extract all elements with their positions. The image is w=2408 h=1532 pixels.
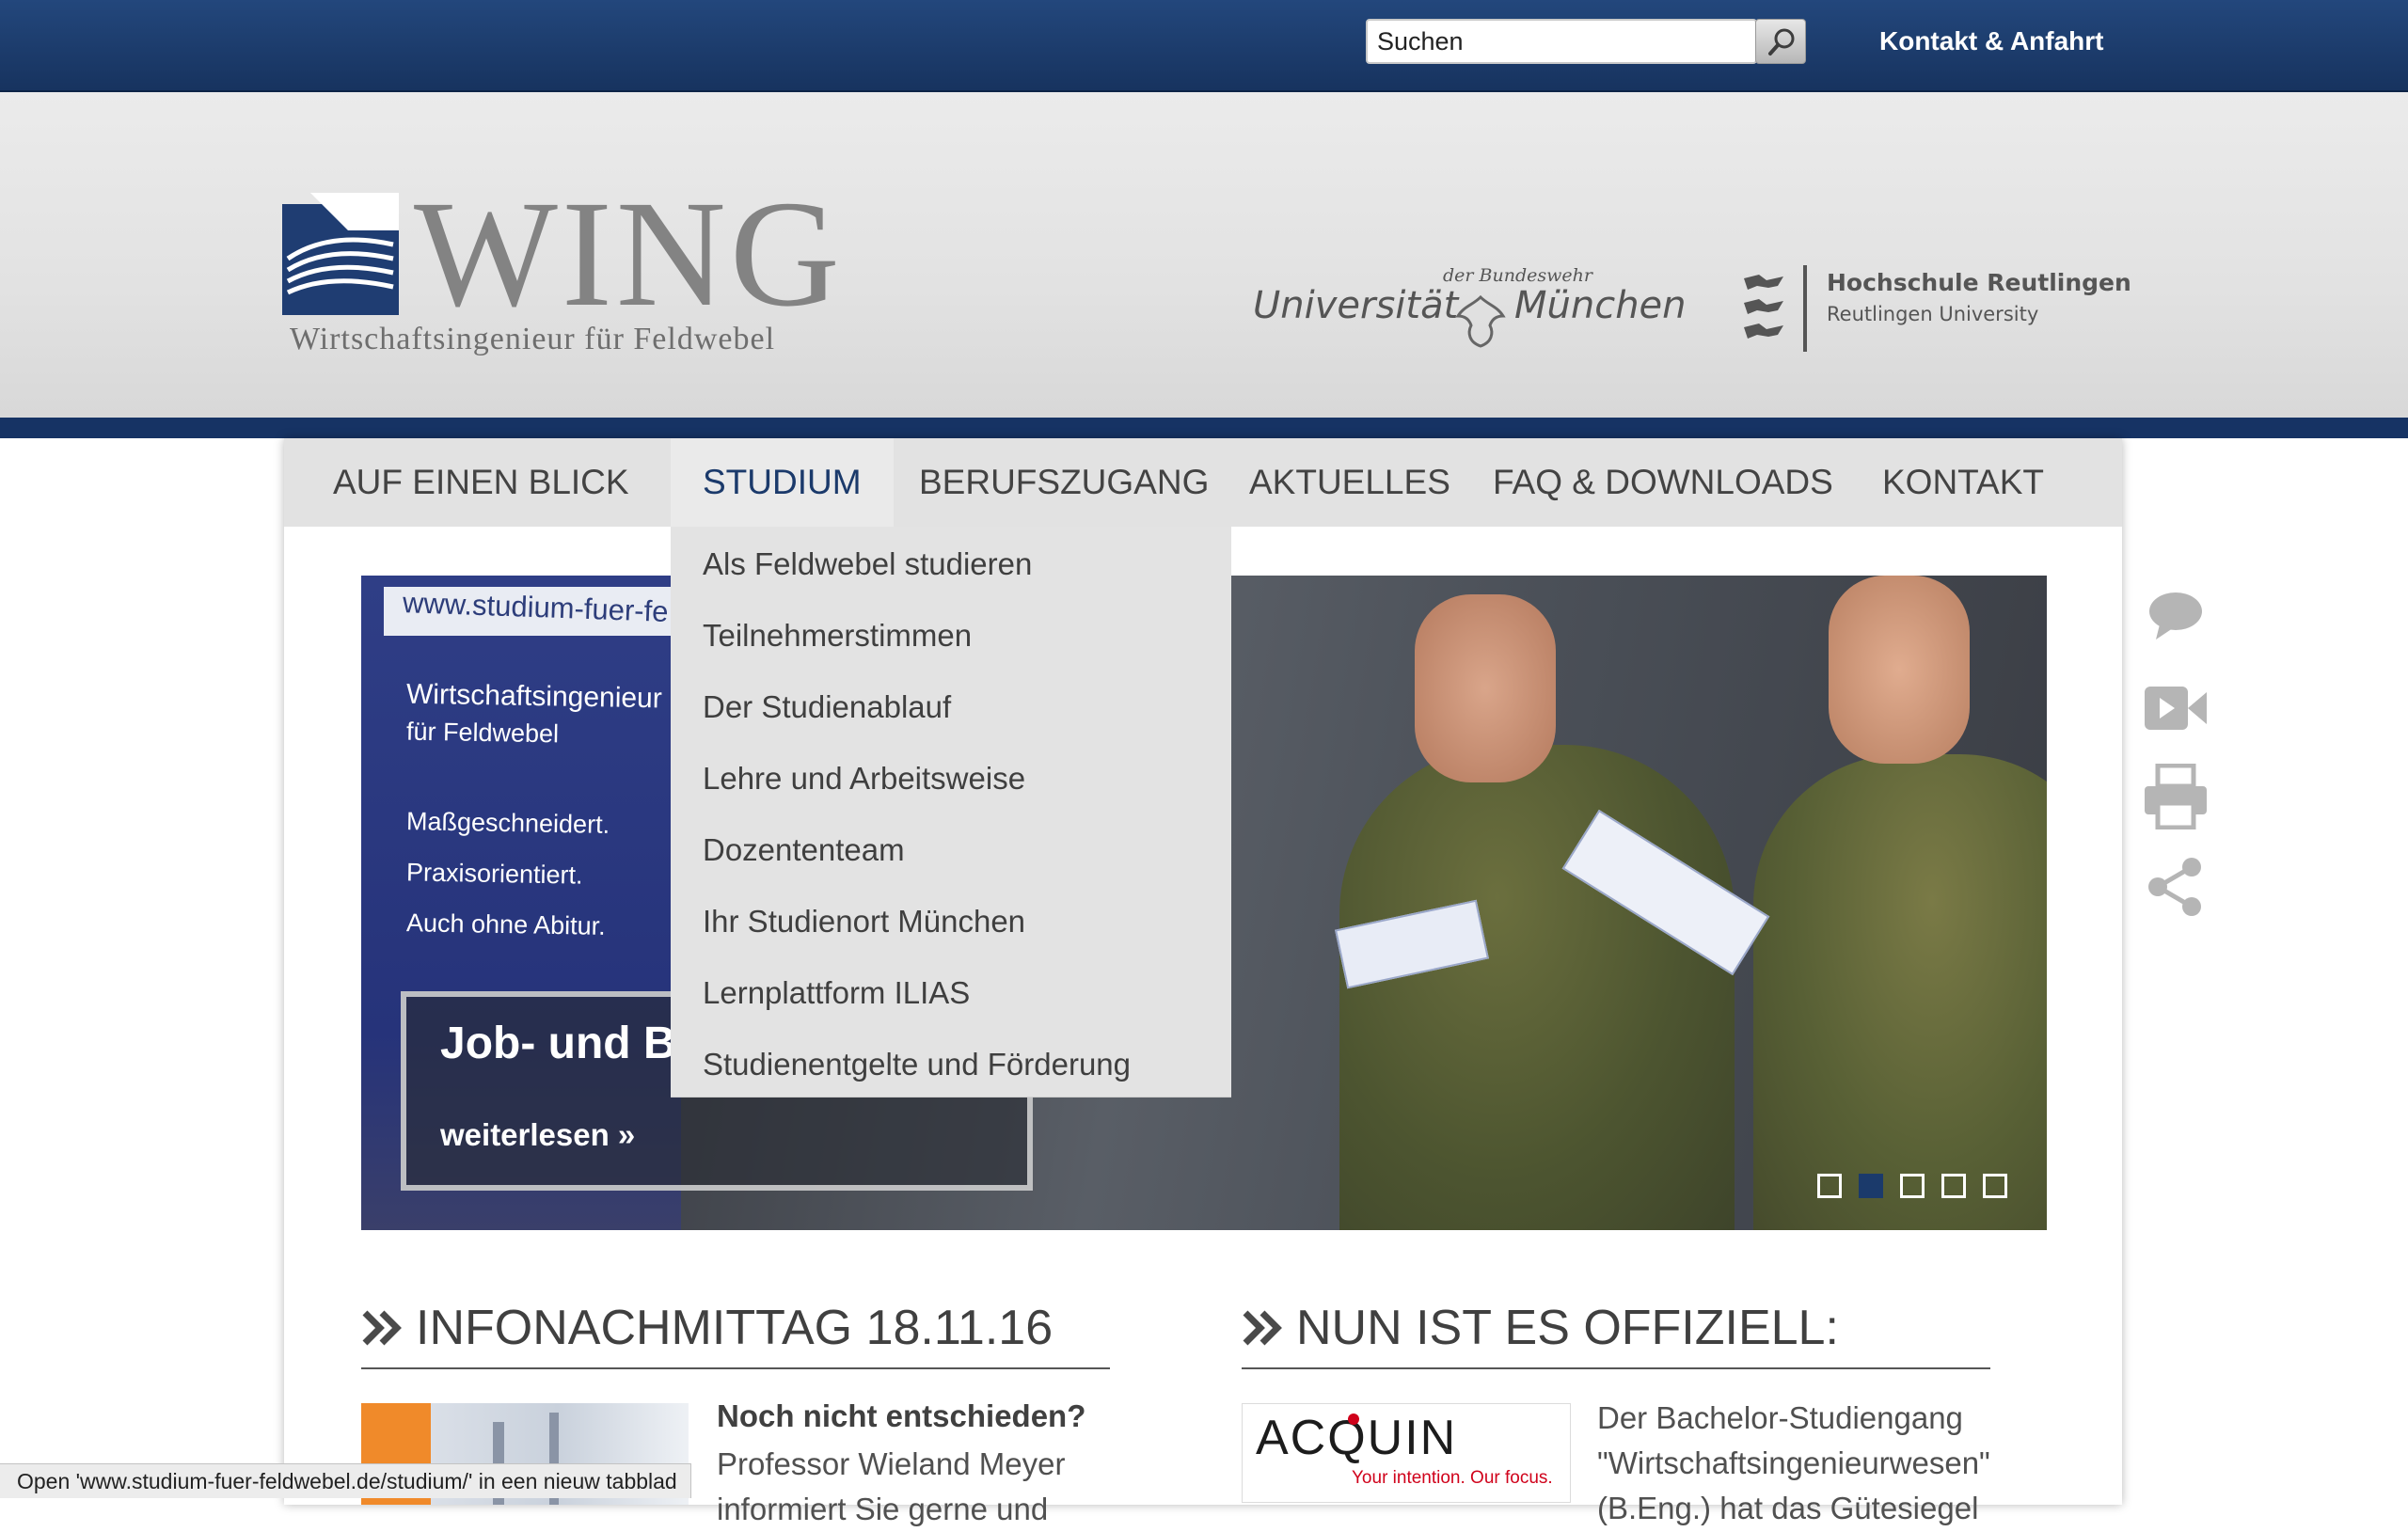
video-icon[interactable] xyxy=(2143,683,2209,734)
read-more-link[interactable]: weiterlesen » xyxy=(440,1117,635,1153)
dropdown-item[interactable]: Studienentgelte und Förderung xyxy=(703,1036,1131,1093)
banner-line: Auch ohne Abitur. xyxy=(405,908,606,940)
photo-soldier-head xyxy=(1829,576,1970,764)
dropdown-item[interactable]: Dozententeam xyxy=(703,822,905,878)
dropdown-item[interactable]: Der Studienablauf xyxy=(703,679,951,735)
header-stripe xyxy=(0,418,2408,438)
acquin-dot-icon xyxy=(1348,1414,1359,1425)
print-icon[interactable] xyxy=(2143,764,2209,829)
slider-dot-5[interactable] xyxy=(1983,1174,2007,1198)
unibw-logo-left[interactable]: Universität xyxy=(1253,284,1458,327)
photo-soldier xyxy=(1753,754,2047,1230)
search-icon xyxy=(1768,28,1795,55)
logo-divider xyxy=(1803,265,1807,352)
search-input[interactable] xyxy=(1368,21,1755,62)
eagle-icon xyxy=(1455,294,1506,348)
slider-dot-3[interactable] xyxy=(1900,1174,1925,1198)
news-heading[interactable]: INFONACHMITTAG 18.11.16 xyxy=(416,1295,1053,1361)
banner-line: Praxisorientiert. xyxy=(405,858,583,890)
news-heading[interactable]: NUN IST ES OFFIZIELL: xyxy=(1296,1295,1839,1361)
double-chevron-icon xyxy=(1243,1310,1282,1346)
slider-dot-1[interactable] xyxy=(1817,1174,1842,1198)
contact-link[interactable]: Kontakt & Anfahrt xyxy=(1879,23,2104,60)
photo-soldier-head xyxy=(1415,594,1556,782)
dropdown-item[interactable]: Teilnehmerstimmen xyxy=(703,608,972,664)
news-divider xyxy=(1242,1367,1990,1369)
search-button[interactable] xyxy=(1755,19,1806,64)
news-text-line: "Wirtschaftsingenieurwesen" xyxy=(1597,1445,1990,1480)
nav-aktuelles[interactable]: AKTUELLES xyxy=(1217,438,1482,527)
unibw-logo-small: der Bundeswehr xyxy=(1443,265,1592,286)
dropdown-item[interactable]: Ihr Studienort München xyxy=(703,893,1025,950)
news-title[interactable]: Noch nicht entschieden? xyxy=(717,1398,1085,1434)
acquin-tagline: Your intention. Our focus. xyxy=(1352,1468,1553,1488)
news-text-line: informiert Sie gerne und xyxy=(717,1492,1049,1526)
news-text-line: Professor Wieland Meyer xyxy=(717,1446,1066,1481)
slider-dot-2[interactable] xyxy=(1859,1174,1883,1198)
news-text-line: Der Bachelor-Studiengang xyxy=(1597,1400,1963,1435)
unibw-logo-right[interactable]: München xyxy=(1514,284,1687,327)
photo-soldier xyxy=(1339,745,1735,1230)
banner-line: für Feldwebel xyxy=(405,717,560,749)
studium-dropdown: Als Feldwebel studieren Teilnehmerstimme… xyxy=(671,527,1231,1098)
nav-studium[interactable]: STUDIUM xyxy=(671,438,894,527)
nav-kontakt[interactable]: KONTAKT xyxy=(1850,438,2076,527)
slider-dot-4[interactable] xyxy=(1941,1174,1966,1198)
dropdown-item[interactable]: Lernplattform ILIAS xyxy=(703,965,970,1021)
share-icon[interactable] xyxy=(2145,856,2207,918)
browser-status-bar: Open 'www.studium-fuer-feldwebel.de/stud… xyxy=(0,1463,691,1498)
main-nav: AUF EINEN BLICK STUDIUM BERUFSZUGANG AKT… xyxy=(284,438,2122,527)
nav-auf-einen-blick[interactable]: AUF EINEN BLICK xyxy=(301,438,661,527)
dropdown-item[interactable]: Als Feldwebel studieren xyxy=(703,536,1032,592)
chat-icon[interactable] xyxy=(2147,589,2205,641)
wing-logo-icon[interactable] xyxy=(282,193,399,315)
hr-logo-sub: Reutlingen University xyxy=(1827,303,2039,325)
lions-crest-icon xyxy=(1744,275,1783,339)
search-box xyxy=(1366,19,1757,64)
double-chevron-icon xyxy=(362,1310,402,1346)
nav-faq-downloads[interactable]: FAQ & DOWNLOADS xyxy=(1461,438,1865,527)
acquin-logo[interactable]: ACQUIN Your intention. Our focus. xyxy=(1242,1403,1571,1503)
news-text-line: (B.Eng.) hat das Gütesiegel xyxy=(1597,1491,1979,1525)
banner-line: Maßgeschneidert. xyxy=(405,807,610,839)
dropdown-item[interactable]: Lehre und Arbeitsweise xyxy=(703,750,1025,807)
news-divider xyxy=(361,1367,1110,1369)
logo-wordmark[interactable]: WING xyxy=(414,179,844,331)
nav-berufszugang[interactable]: BERUFSZUGANG xyxy=(887,438,1241,527)
banner-line: Wirtschaftsingenieur xyxy=(405,678,663,715)
hr-logo-name[interactable]: Hochschule Reutlingen xyxy=(1827,269,2131,296)
logo-subtitle: Wirtschaftsingenieur für Feldwebel xyxy=(290,322,776,356)
